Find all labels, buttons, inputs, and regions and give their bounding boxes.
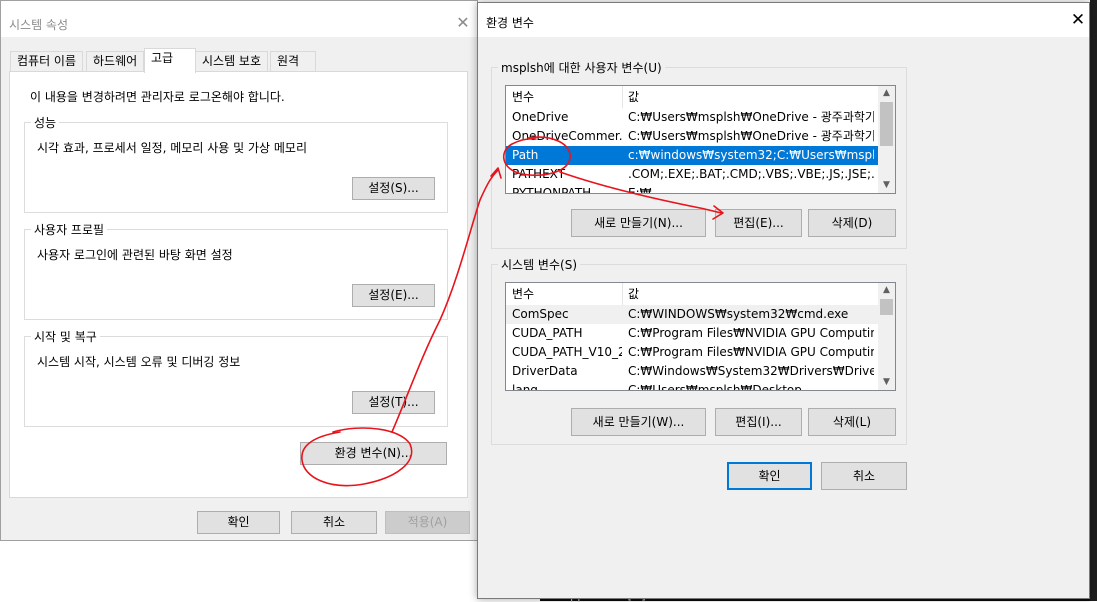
apply-button[interactable]: 적용(A) bbox=[385, 511, 470, 534]
variable-value: C:₩Users₩msplsh₩OneDrive - 광주과학기... bbox=[628, 129, 874, 143]
variable-value: .COM;.EXE;.BAT;.CMD;.VBS;.VBE;.JS;.JSE;.… bbox=[628, 167, 874, 181]
performance-description: 시각 효과, 프로세서 일정, 메모리 사용 및 가상 메모리 bbox=[37, 141, 307, 155]
system-variables-title: 시스템 변수(S) bbox=[498, 256, 580, 273]
startup-recovery-group: 시작 및 복구 시스템 시작, 시스템 오류 및 디버깅 정보 설정(T)... bbox=[24, 328, 448, 427]
table-row[interactable]: PATHEXT .COM;.EXE;.BAT;.CMD;.VBS;.VBE;.J… bbox=[506, 165, 878, 184]
variable-name: lang bbox=[512, 383, 538, 391]
environment-variables-titlebar[interactable]: 환경 변수 ✕ bbox=[478, 3, 1089, 37]
list-header: 변수 값 bbox=[506, 86, 878, 108]
table-row[interactable]: DriverData C:₩Windows₩System32₩Drivers₩D… bbox=[506, 362, 878, 381]
user-variables-list[interactable]: 변수 값 OneDrive C:₩Users₩msplsh₩OneDrive -… bbox=[505, 85, 896, 194]
startup-recovery-settings-button[interactable]: 설정(T)... bbox=[352, 391, 435, 414]
environment-variables-title: 환경 변수 bbox=[486, 16, 534, 30]
variable-name: PATHEXT bbox=[512, 167, 566, 181]
system-properties-title: 시스템 속성 bbox=[9, 18, 69, 32]
user-edit-button[interactable]: 편집(E)... bbox=[715, 209, 802, 237]
system-edit-button[interactable]: 편집(I)... bbox=[715, 408, 802, 436]
user-variables-group: msplsh에 대한 사용자 변수(U) 변수 값 OneDrive C:₩Us… bbox=[491, 59, 907, 249]
user-variables-title: msplsh에 대한 사용자 변수(U) bbox=[498, 59, 665, 76]
variable-value: C:₩Users₩msplsh₩OneDrive - 광주과학기... bbox=[628, 110, 874, 124]
close-icon[interactable]: ✕ bbox=[1070, 12, 1086, 29]
table-row[interactable]: CUDA_PATH C:₩Program Files₩NVIDIA GPU Co… bbox=[506, 324, 878, 343]
column-header-value[interactable]: 값 bbox=[622, 283, 639, 305]
variable-value: C:₩Program Files₩NVIDIA GPU Computing... bbox=[628, 345, 874, 359]
table-row-selected[interactable]: Path c:₩windows₩system32;C:₩Users₩msplsh… bbox=[506, 146, 878, 165]
table-row[interactable]: lang C:₩Users₩msplsh₩Desktop bbox=[506, 381, 878, 391]
user-profiles-group: 사용자 프로필 사용자 로그인에 관련된 바탕 화면 설정 설정(E)... bbox=[24, 221, 448, 320]
list-header: 변수 값 bbox=[506, 283, 878, 305]
tab-computer-name[interactable]: 컴퓨터 이름 bbox=[10, 51, 84, 71]
system-new-button[interactable]: 새로 만들기(W)... bbox=[571, 408, 706, 436]
scroll-down-arrow-icon[interactable]: ▼ bbox=[878, 178, 895, 193]
tab-remote[interactable]: 원격 bbox=[270, 51, 316, 71]
environment-variables-dialog: 환경 변수 ✕ msplsh에 대한 사용자 변수(U) 변수 값 OneDri… bbox=[477, 2, 1090, 599]
column-header-variable[interactable]: 변수 bbox=[506, 283, 534, 305]
user-list-scrollbar[interactable]: ▲ ▼ bbox=[878, 86, 895, 193]
system-variables-list[interactable]: 변수 값 ComSpec C:₩WINDOWS₩system32₩cmd.exe… bbox=[505, 282, 896, 391]
variable-name: CUDA_PATH bbox=[512, 326, 583, 340]
table-row[interactable]: OneDriveCommer... C:₩Users₩msplsh₩OneDri… bbox=[506, 127, 878, 146]
user-delete-button[interactable]: 삭제(D) bbox=[808, 209, 896, 237]
advanced-tab-panel: 이 내용을 변경하려면 관리자로 로그온해야 합니다. 성능 시각 효과, 프로… bbox=[9, 71, 468, 498]
variable-name: DriverData bbox=[512, 364, 578, 378]
close-icon[interactable]: ✕ bbox=[455, 15, 471, 31]
system-variables-group: 시스템 변수(S) 변수 값 ComSpec C:₩WINDOWS₩system… bbox=[491, 256, 907, 445]
user-new-button[interactable]: 새로 만들기(N)... bbox=[571, 209, 706, 237]
column-header-variable[interactable]: 변수 bbox=[506, 86, 534, 108]
variable-value: C:₩Windows₩System32₩Drivers₩DriverData bbox=[628, 364, 874, 378]
variable-value: C:₩Users₩msplsh₩Desktop bbox=[628, 383, 802, 391]
table-row[interactable]: OneDrive C:₩Users₩msplsh₩OneDrive - 광주과학… bbox=[506, 108, 878, 127]
variable-value: C:₩WINDOWS₩system32₩cmd.exe bbox=[628, 307, 849, 321]
ok-button[interactable]: 확인 bbox=[197, 511, 280, 534]
variable-name: PYTHONPATH bbox=[512, 186, 592, 194]
variable-value: C:₩Program Files₩NVIDIA GPU Computing... bbox=[628, 326, 874, 340]
variable-name: Path bbox=[512, 148, 539, 162]
variable-name: CUDA_PATH_V10_2 bbox=[512, 345, 622, 359]
table-row[interactable]: CUDA_PATH_V10_2 C:₩Program Files₩NVIDIA … bbox=[506, 343, 878, 362]
system-properties-titlebar[interactable]: 시스템 속성 ✕ bbox=[1, 1, 477, 37]
variable-name: OneDrive bbox=[512, 110, 569, 124]
cancel-button[interactable]: 취소 bbox=[291, 511, 377, 534]
scrollbar-thumb[interactable] bbox=[880, 299, 893, 315]
scroll-down-arrow-icon[interactable]: ▼ bbox=[878, 375, 895, 390]
tab-system-protection[interactable]: 시스템 보호 bbox=[195, 51, 269, 71]
scroll-up-arrow-icon[interactable]: ▲ bbox=[878, 86, 895, 101]
startup-recovery-group-title: 시작 및 복구 bbox=[31, 328, 100, 345]
startup-recovery-description: 시스템 시작, 시스템 오류 및 디버깅 정보 bbox=[37, 355, 241, 369]
variable-name: ComSpec bbox=[512, 307, 569, 321]
performance-group-title: 성능 bbox=[31, 114, 60, 131]
variable-value: c:₩windows₩system32;C:₩Users₩msplsh₩... bbox=[628, 148, 874, 162]
performance-group: 성능 시각 효과, 프로세서 일정, 메모리 사용 및 가상 메모리 설정(S)… bbox=[24, 114, 448, 213]
variable-value: E:₩... bbox=[628, 186, 663, 194]
admin-note: 이 내용을 변경하려면 관리자로 로그온해야 합니다. bbox=[30, 90, 285, 104]
system-properties-dialog: 시스템 속성 ✕ 컴퓨터 이름 하드웨어 고급 시스템 보호 원격 이 내용을 … bbox=[0, 0, 478, 541]
user-profiles-group-title: 사용자 프로필 bbox=[31, 221, 108, 238]
variable-name: OneDriveCommer... bbox=[512, 129, 622, 143]
system-list-scrollbar[interactable]: ▲ ▼ bbox=[878, 283, 895, 390]
user-profiles-description: 사용자 로그인에 관련된 바탕 화면 설정 bbox=[37, 248, 233, 262]
system-delete-button[interactable]: 삭제(L) bbox=[808, 408, 896, 436]
env-ok-button[interactable]: 확인 bbox=[727, 462, 812, 490]
user-profiles-settings-button[interactable]: 설정(E)... bbox=[352, 284, 435, 307]
scrollbar-thumb[interactable] bbox=[880, 102, 893, 146]
tab-hardware[interactable]: 하드웨어 bbox=[86, 51, 145, 71]
environment-variables-button[interactable]: 환경 변수(N)... bbox=[300, 442, 447, 465]
background-window-edge bbox=[1090, 0, 1097, 601]
performance-settings-button[interactable]: 설정(S)... bbox=[352, 177, 435, 200]
table-row[interactable]: PYTHONPATH E:₩... bbox=[506, 184, 878, 194]
table-row[interactable]: ComSpec C:₩WINDOWS₩system32₩cmd.exe bbox=[506, 305, 878, 324]
scroll-up-arrow-icon[interactable]: ▲ bbox=[878, 283, 895, 298]
column-header-value[interactable]: 값 bbox=[622, 86, 639, 108]
env-cancel-button[interactable]: 취소 bbox=[821, 462, 907, 490]
tab-advanced[interactable]: 고급 bbox=[144, 48, 196, 73]
